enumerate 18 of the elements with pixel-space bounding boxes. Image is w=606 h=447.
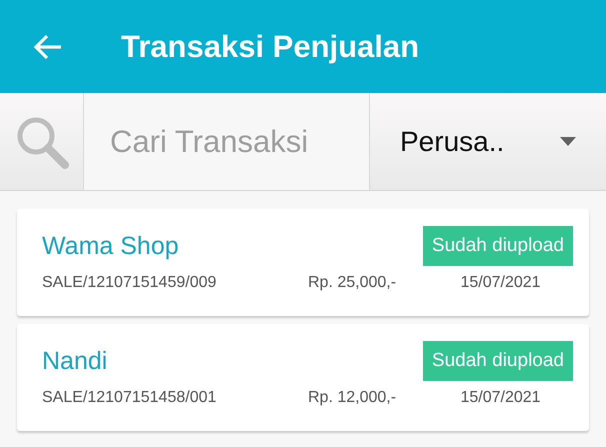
transaction-number: SALE/12107151458/001 [42, 389, 218, 407]
transaction-amount: Rp. 25,000,- [308, 274, 398, 292]
transaction-amount: Rp. 12,000,- [308, 389, 398, 407]
transaction-number: SALE/12107151459/009 [42, 274, 218, 292]
status-badge: Sudah diupload [422, 341, 573, 381]
back-arrow-icon[interactable] [33, 34, 63, 60]
search-icon [14, 114, 68, 168]
transaction-date: 15/07/2021 [459, 389, 542, 407]
transaction-card[interactable]: Nandi Sudah diupload SALE/12107151458/001 Rp. 12,000,- 15/07/2021 [17, 324, 589, 431]
screen-title: Transaksi Penjualan [121, 28, 420, 64]
search-field[interactable]: Cari Transaksi [84, 93, 370, 191]
customer-name: Nandi [42, 346, 108, 376]
transaction-date: 15/07/2021 [459, 274, 542, 292]
search-button[interactable] [0, 93, 84, 191]
caret-icon [560, 137, 576, 146]
customer-name: Wama Shop [42, 232, 179, 260]
transaction-card[interactable]: Wama Shop Sudah diupload SALE/12107151459/009 Rp. 25,000,- 15/07/2021 [17, 209, 589, 316]
status-badge: Sudah diupload [422, 226, 573, 266]
